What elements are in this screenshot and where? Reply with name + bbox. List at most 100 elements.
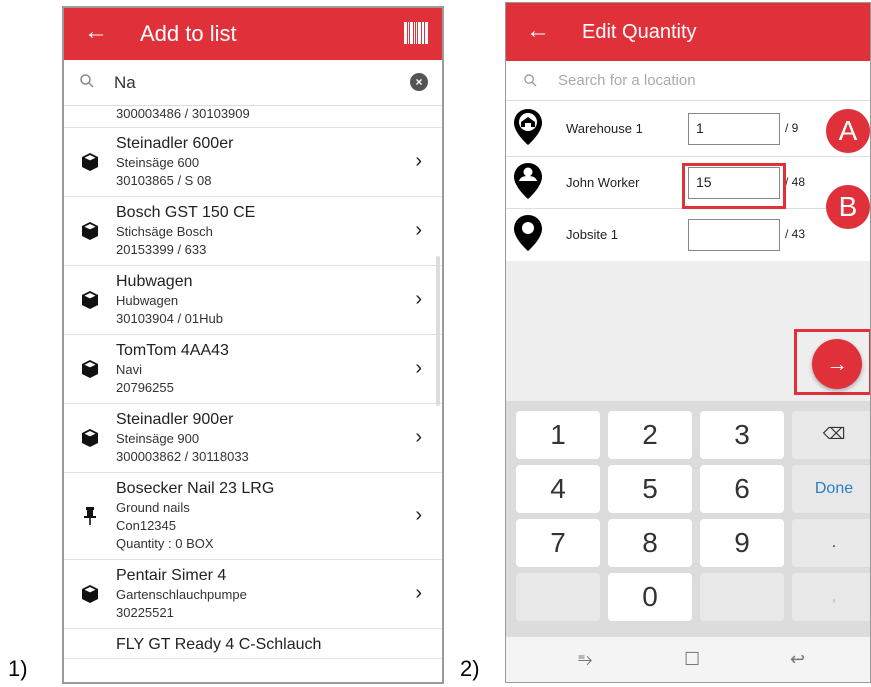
list-item[interactable]: Steinadler 900er Steinsäge 900 300003862 /… [64,404,442,473]
item-name: Bosch GST 150 CE [116,204,256,221]
chevron-right-icon[interactable]: › [415,504,422,527]
quantity-input[interactable] [688,219,780,251]
key-3[interactable]: 3 [700,411,784,459]
key-dot[interactable]: . [792,519,870,567]
item-name: Steinadler 600er [116,135,234,152]
search-icon [80,74,94,88]
person-pin-icon [514,163,542,199]
item-name: Steinadler 900er [116,411,234,428]
list-item-partial-top: 300003486 / 30103909 [64,106,442,128]
max-quantity: / 9 [785,121,799,135]
box-icon [80,221,100,241]
item-name: TomTom 4AA43 [116,342,229,359]
max-quantity: / 43 [785,227,806,241]
item-detail: Navi [116,362,143,377]
item-name: Hubwagen [116,273,193,290]
list-item[interactable]: Pentair Simer 4 Gartenschlauchpumpe 302255… [64,560,442,629]
arrow-left-icon[interactable]: ← [526,17,550,45]
figure-label-1: 1) [8,656,28,681]
chevron-right-icon[interactable]: › [415,288,422,311]
arrow-right-icon: → [826,351,848,376]
chevron-right-icon[interactable]: › [415,219,422,242]
item-name: Pentair Simer 4 [116,567,227,584]
item-detail: 20796255 [116,380,174,395]
item-detail: Steinsäge 900 [116,431,200,446]
page-title: Edit Quantity [582,21,697,43]
next-button[interactable]: → [812,339,862,389]
page-title: Add to list [140,21,237,46]
pushpin-icon [80,506,100,526]
location-name: Jobsite 1 [566,227,619,242]
box-icon [80,359,100,379]
barcode-icon[interactable] [404,22,428,44]
item-detail: 30103865 / S 08 [116,173,212,188]
location-row-warehouse: Warehouse 1 1 / 9 [506,101,870,157]
key-8[interactable]: 8 [608,519,692,567]
item-name: Bosecker Nail 23 LRG [116,480,275,497]
key-9[interactable]: 9 [700,519,784,567]
quantity-input[interactable]: 1 [688,113,780,145]
key-1[interactable]: 1 [516,411,600,459]
backspace-icon[interactable]: ⌫ [792,411,870,459]
item-detail: Hubwagen [116,293,179,308]
box-icon [80,152,100,172]
item-detail: 20153399 / 633 [116,242,207,257]
item-detail: Ground nails [116,500,190,515]
app-bar: ← Add to list [64,8,442,60]
list-item[interactable]: Steinadler 600er Steinsäge 600 30103865 / … [64,128,442,197]
list-item-partial-bottom[interactable]: FLY GT Ready 4 C-Schlauch [64,629,442,659]
search-bar: Na × [64,60,442,106]
clear-search-icon[interactable]: × [410,73,428,91]
list-item[interactable]: Hubwagen Hubwagen 30103904 / 01Hub › [64,266,442,335]
item-detail: 30225521 [116,605,174,620]
app-bar: ← Edit Quantity [506,3,870,61]
annotation-badge-a: A [826,109,870,153]
chevron-right-icon[interactable]: › [415,357,422,380]
list-item[interactable]: Bosecker Nail 23 LRG Ground nails Con12345… [64,473,442,560]
key-5[interactable]: 5 [608,465,692,513]
back-icon[interactable]: ↩ [790,649,805,670]
system-nav-bar: ⥱ ☐ ↩ [506,637,870,682]
key-7[interactable]: 7 [516,519,600,567]
box-icon [80,584,100,604]
home-icon[interactable]: ☐ [684,649,700,670]
annotation-badge-b: B [826,185,870,229]
highlight-quantity-box [682,163,786,209]
key-comma[interactable]: , [792,573,870,621]
key-2[interactable]: 2 [608,411,692,459]
chevron-right-icon[interactable]: › [415,426,422,449]
chevron-right-icon[interactable]: › [415,582,422,605]
item-detail: Quantity : 0 BOX [116,536,214,551]
max-quantity: / 48 [785,175,806,189]
results-list: 300003486 / 30103909 Steinadler 600er Ste… [64,106,442,659]
search-icon [524,74,537,87]
box-icon [80,290,100,310]
figure-label-2: 2) [460,656,480,681]
edit-quantity-screen: ← Edit Quantity Search for a location Wa… [505,2,871,683]
item-detail: 300003862 / 30118033 [116,449,249,464]
item-detail: Steinsäge 600 [116,155,200,170]
chevron-right-icon[interactable]: › [415,150,422,173]
key-4[interactable]: 4 [516,465,600,513]
location-search-input[interactable]: Search for a location [558,72,696,89]
recent-apps-icon[interactable]: ⥱ [578,649,592,670]
search-input[interactable]: Na [114,73,136,93]
arrow-left-icon[interactable]: ← [84,18,108,46]
location-name: John Worker [566,175,640,190]
list-item[interactable]: Bosch GST 150 CE Stichsäge Bosch 20153399 … [64,197,442,266]
warehouse-pin-icon [514,109,542,145]
done-key[interactable]: Done [792,465,870,513]
key-blank [516,573,600,621]
numeric-keypad: 1 2 3 ⌫ 4 5 6 Done 7 8 9 . 0 , [506,401,870,637]
box-icon [80,428,100,448]
location-pin-icon [514,215,542,251]
item-detail: Stichsäge Bosch [116,224,213,239]
location-search-bar[interactable]: Search for a location [506,61,870,101]
item-detail: Con12345 [116,518,176,533]
scrollbar[interactable] [436,256,440,406]
location-name: Warehouse 1 [566,121,643,136]
list-item[interactable]: TomTom 4AA43 Navi 20796255 › [64,335,442,404]
key-blank [700,573,784,621]
key-6[interactable]: 6 [700,465,784,513]
key-0[interactable]: 0 [608,573,692,621]
